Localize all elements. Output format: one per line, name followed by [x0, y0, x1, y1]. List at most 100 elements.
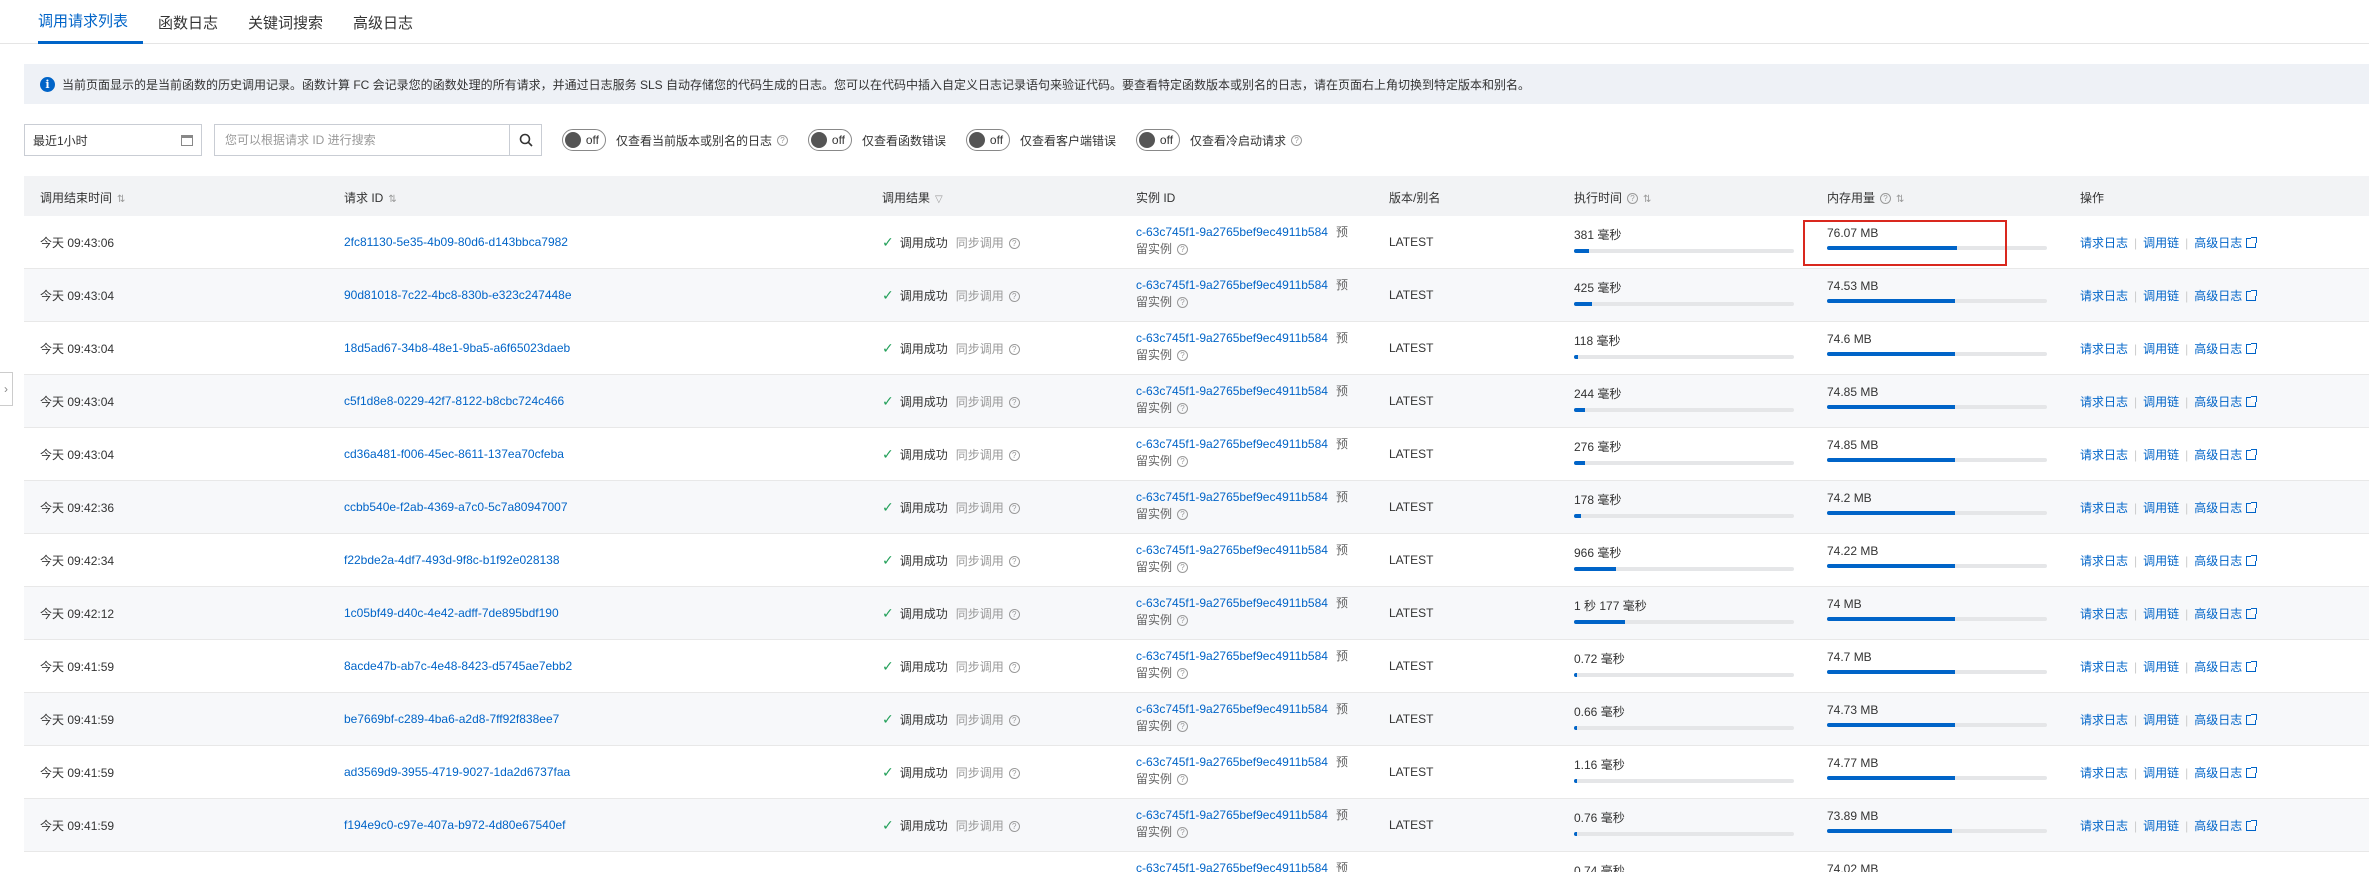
- help-icon[interactable]: ?: [1008, 343, 1020, 355]
- collapse-sidebar-button[interactable]: ›: [0, 372, 13, 406]
- request-log-link[interactable]: 请求日志: [2080, 713, 2128, 727]
- help-icon[interactable]: ?: [1177, 615, 1189, 627]
- help-icon[interactable]: ?: [777, 134, 789, 146]
- instance-id-link[interactable]: c-63c745f1-9a2765bef9ec4911b584: [1136, 437, 1328, 451]
- request-id-link[interactable]: 1c05bf49-d40c-4e42-adff-7de895bdf190: [344, 606, 559, 620]
- request-log-link[interactable]: 请求日志: [2080, 395, 2128, 409]
- trace-link[interactable]: 调用链: [2143, 501, 2179, 515]
- help-icon[interactable]: ?: [1177, 827, 1189, 839]
- help-icon[interactable]: ?: [1177, 509, 1189, 521]
- instance-id-link[interactable]: c-63c745f1-9a2765bef9ec4911b584: [1136, 649, 1328, 663]
- tab-invocation-list[interactable]: 调用请求列表: [38, 0, 144, 44]
- help-icon[interactable]: ?: [1008, 714, 1020, 726]
- request-id-link[interactable]: 18d5ad67-34b8-48e1-9ba5-a6f65023daeb: [344, 341, 570, 355]
- toggle-switch[interactable]: off: [1136, 129, 1181, 151]
- request-id-link[interactable]: ccbb540e-f2ab-4369-a7c0-5c7a80947007: [344, 500, 568, 514]
- trace-link[interactable]: 调用链: [2143, 766, 2179, 780]
- trace-link[interactable]: 调用链: [2143, 289, 2179, 303]
- request-id-link[interactable]: cd36a481-f006-45ec-8611-137ea70cfeba: [344, 447, 564, 461]
- advanced-log-link[interactable]: 高级日志: [2194, 448, 2242, 462]
- request-log-link[interactable]: 请求日志: [2080, 236, 2128, 250]
- request-id-link[interactable]: ad3569d9-3955-4719-9027-1da2d6737faa: [344, 765, 570, 779]
- sort-icon[interactable]: ⇅: [1896, 194, 1904, 205]
- request-id-link[interactable]: 90d81018-7c22-4bc8-830b-e323c247448e: [344, 288, 572, 302]
- trace-link[interactable]: 调用链: [2143, 554, 2179, 568]
- help-icon[interactable]: ?: [1177, 456, 1189, 468]
- request-id-link[interactable]: f194e9c0-c97e-407a-b972-4d80e67540ef: [344, 818, 566, 832]
- help-icon[interactable]: ?: [1008, 290, 1020, 302]
- help-icon[interactable]: ?: [1177, 244, 1189, 256]
- advanced-log-link[interactable]: 高级日志: [2194, 660, 2242, 674]
- request-id-link[interactable]: be7669bf-c289-4ba6-a2d8-7ff92f838ee7: [344, 712, 559, 726]
- request-id-link[interactable]: 8acde47b-ab7c-4e48-8423-d5745ae7ebb2: [344, 659, 572, 673]
- request-id-link[interactable]: f22bde2a-4df7-493d-9f8c-b1f92e028138: [344, 553, 560, 567]
- help-icon[interactable]: ?: [1177, 403, 1189, 415]
- header-result[interactable]: 调用结果 ▽: [882, 189, 943, 206]
- instance-id-link[interactable]: c-63c745f1-9a2765bef9ec4911b584: [1136, 702, 1328, 716]
- help-icon[interactable]: ?: [1177, 562, 1189, 574]
- help-icon[interactable]: ?: [1177, 721, 1189, 733]
- tab-advanced-logs[interactable]: 高级日志: [338, 0, 428, 44]
- request-log-link[interactable]: 请求日志: [2080, 660, 2128, 674]
- trace-link[interactable]: 调用链: [2143, 448, 2179, 462]
- toggle-switch[interactable]: off: [562, 129, 606, 151]
- instance-id-link[interactable]: c-63c745f1-9a2765bef9ec4911b584: [1136, 861, 1328, 872]
- advanced-log-link[interactable]: 高级日志: [2194, 236, 2242, 250]
- help-icon[interactable]: ?: [1177, 297, 1189, 309]
- sort-icon[interactable]: ⇅: [1643, 194, 1651, 205]
- advanced-log-link[interactable]: 高级日志: [2194, 819, 2242, 833]
- time-range-select[interactable]: 最近1小时: [24, 124, 202, 156]
- tab-function-logs[interactable]: 函数日志: [143, 0, 233, 44]
- filter-icon[interactable]: ▽: [935, 194, 943, 205]
- advanced-log-link[interactable]: 高级日志: [2194, 607, 2242, 621]
- trace-link[interactable]: 调用链: [2143, 342, 2179, 356]
- advanced-log-link[interactable]: 高级日志: [2194, 766, 2242, 780]
- instance-id-link[interactable]: c-63c745f1-9a2765bef9ec4911b584: [1136, 755, 1328, 769]
- request-log-link[interactable]: 请求日志: [2080, 501, 2128, 515]
- request-log-link[interactable]: 请求日志: [2080, 448, 2128, 462]
- trace-link[interactable]: 调用链: [2143, 607, 2179, 621]
- request-log-link[interactable]: 请求日志: [2080, 342, 2128, 356]
- search-button[interactable]: [509, 125, 541, 155]
- instance-id-link[interactable]: c-63c745f1-9a2765bef9ec4911b584: [1136, 596, 1328, 610]
- advanced-log-link[interactable]: 高级日志: [2194, 713, 2242, 727]
- request-log-link[interactable]: 请求日志: [2080, 819, 2128, 833]
- header-time[interactable]: 调用结束时间 ⇅: [40, 189, 125, 206]
- header-duration[interactable]: 执行时间? ⇅: [1574, 189, 1651, 206]
- trace-link[interactable]: 调用链: [2143, 660, 2179, 674]
- help-icon[interactable]: ?: [1880, 193, 1892, 205]
- advanced-log-link[interactable]: 高级日志: [2194, 501, 2242, 515]
- instance-id-link[interactable]: c-63c745f1-9a2765bef9ec4911b584: [1136, 331, 1328, 345]
- trace-link[interactable]: 调用链: [2143, 236, 2179, 250]
- request-id-link[interactable]: c5f1d8e8-0229-42f7-8122-b8cbc724c466: [344, 394, 564, 408]
- request-id-search-input[interactable]: [215, 125, 509, 155]
- request-log-link[interactable]: 请求日志: [2080, 607, 2128, 621]
- instance-id-link[interactable]: c-63c745f1-9a2765bef9ec4911b584: [1136, 543, 1328, 557]
- instance-id-link[interactable]: c-63c745f1-9a2765bef9ec4911b584: [1136, 225, 1328, 239]
- trace-link[interactable]: 调用链: [2143, 713, 2179, 727]
- instance-id-link[interactable]: c-63c745f1-9a2765bef9ec4911b584: [1136, 278, 1328, 292]
- instance-id-link[interactable]: c-63c745f1-9a2765bef9ec4911b584: [1136, 384, 1328, 398]
- request-id-link[interactable]: 2fc81130-5e35-4b09-80d6-d143bbca7982: [344, 235, 568, 249]
- help-icon[interactable]: ?: [1177, 350, 1189, 362]
- toggle-switch[interactable]: off: [966, 129, 1011, 151]
- toggle-switch[interactable]: off: [808, 129, 853, 151]
- request-log-link[interactable]: 请求日志: [2080, 554, 2128, 568]
- help-icon[interactable]: ?: [1008, 661, 1020, 673]
- help-icon[interactable]: ?: [1008, 767, 1020, 779]
- trace-link[interactable]: 调用链: [2143, 819, 2179, 833]
- trace-link[interactable]: 调用链: [2143, 395, 2179, 409]
- help-icon[interactable]: ?: [1008, 237, 1020, 249]
- advanced-log-link[interactable]: 高级日志: [2194, 342, 2242, 356]
- request-log-link[interactable]: 请求日志: [2080, 766, 2128, 780]
- sort-icon[interactable]: ⇅: [388, 194, 396, 205]
- instance-id-link[interactable]: c-63c745f1-9a2765bef9ec4911b584: [1136, 490, 1328, 504]
- header-memory[interactable]: 内存用量? ⇅: [1827, 189, 1904, 206]
- help-icon[interactable]: ?: [1008, 608, 1020, 620]
- help-icon[interactable]: ?: [1008, 449, 1020, 461]
- help-icon[interactable]: ?: [1177, 774, 1189, 786]
- help-icon[interactable]: ?: [1008, 502, 1020, 514]
- help-icon[interactable]: ?: [1627, 193, 1639, 205]
- help-icon[interactable]: ?: [1008, 820, 1020, 832]
- help-icon[interactable]: ?: [1008, 396, 1020, 408]
